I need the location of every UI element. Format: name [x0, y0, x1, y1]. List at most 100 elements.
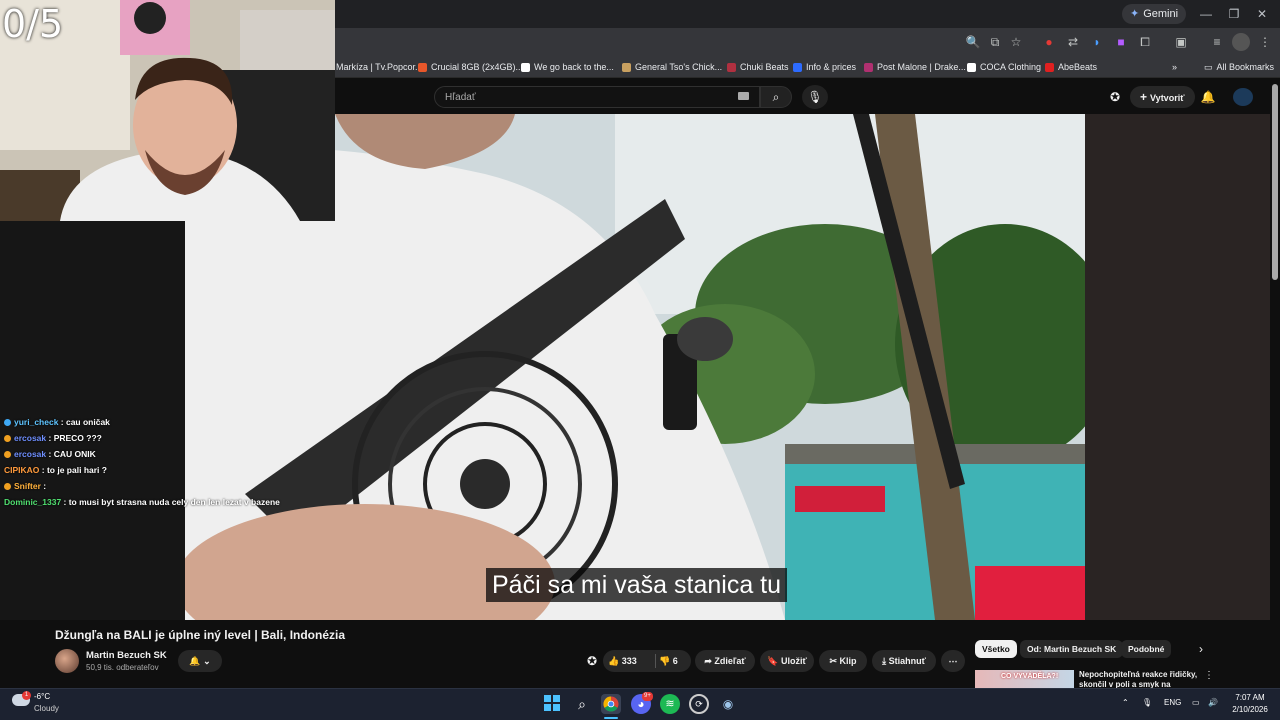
windows-start-icon[interactable] [542, 695, 562, 715]
notifications-bell-icon[interactable]: 🔔 [1199, 88, 1217, 106]
extension-blue-icon[interactable]: ◗ [1088, 33, 1106, 51]
extension-arrow-icon[interactable]: ⇄ [1064, 33, 1082, 51]
voice-search-button[interactable]: 🎙 [802, 85, 828, 109]
microphone-tray-icon[interactable]: 🎙 [1142, 698, 1152, 707]
bookmark-favicon-icon [864, 62, 873, 72]
bookmark-item[interactable]: Chuki Beats [727, 60, 789, 74]
channel-avatar[interactable] [55, 649, 79, 673]
search-input[interactable]: Hľadať [434, 86, 760, 108]
mic-icon: 🎙 [807, 90, 823, 104]
chat-message: Dominic_1337 : to musi byt strasna nuda … [4, 494, 304, 510]
thumbs-up-icon: 👍 [608, 656, 620, 666]
subscriber-count: 50,9 tis. odberateľov [86, 663, 159, 672]
bookmark-favicon-icon [418, 62, 427, 72]
side-panel-icon[interactable]: ▣ [1172, 33, 1190, 51]
weather-condition: Cloudy [34, 704, 59, 713]
chat-username[interactable]: ercosak [14, 449, 46, 459]
chat-badge-icon [4, 419, 11, 426]
chat-text: : PRECO ??? [46, 433, 102, 443]
taskbar-search-icon[interactable]: ⌕ [572, 694, 592, 714]
page-scrollbar[interactable] [1272, 84, 1278, 280]
chat-message: ercosak : CAU ONIK [4, 446, 304, 462]
minimize-icon[interactable]: — [1194, 4, 1218, 24]
close-icon[interactable]: ✕ [1250, 4, 1274, 24]
notifications-dropdown-button[interactable]: 🔔 ⌄ [178, 650, 222, 672]
spotify-taskbar-icon[interactable]: ≋ [660, 694, 680, 714]
chat-username[interactable]: Dominic_1337 [4, 497, 61, 507]
cast-icon[interactable]: ✪ [584, 654, 600, 670]
video-title: Džungľa na BALI je úplne iný level | Bal… [55, 628, 346, 642]
steam-taskbar-icon[interactable]: ◉ [718, 694, 738, 714]
volume-icon[interactable]: 🔊 [1208, 698, 1218, 707]
clock-date: 2/10/2026 [1232, 705, 1268, 714]
bookmark-star-icon[interactable]: ☆ [1007, 33, 1025, 51]
account-avatar[interactable] [1233, 88, 1253, 106]
recommended-thumbnail[interactable]: CO VYVÁDĚLA?! [975, 670, 1074, 688]
chip-all[interactable]: Všetko [975, 640, 1017, 658]
gemini-button[interactable]: ✦ Gemini [1122, 4, 1187, 24]
tray-overflow-icon[interactable]: ⌃ [1122, 698, 1129, 707]
bookmark-item[interactable]: Crucial 8GB (2x4GB)... [418, 60, 523, 74]
bookmark-item[interactable]: Markíza | Tv.Popcor... [336, 60, 423, 74]
media-controls-icon[interactable]: ≡ [1208, 33, 1226, 51]
bookmark-item[interactable]: We go back to the... [521, 60, 614, 74]
chat-log: yuri_check : cau oničak ercosak : PRECO ?… [4, 414, 304, 510]
bookmark-item[interactable]: Info & prices [793, 60, 856, 74]
recommended-title[interactable]: Nepochopiteľná reakce řidičky, skončil v… [1079, 670, 1199, 688]
bookmark-favicon-icon [967, 62, 976, 72]
bookmark-favicon-icon [1045, 62, 1054, 72]
chip-from-channel[interactable]: Od: Martin Bezuch SK [1020, 640, 1124, 658]
folder-icon: ▭ [1204, 61, 1213, 72]
zoom-icon[interactable]: 🔍 [964, 33, 982, 51]
profile-avatar-icon[interactable] [1232, 33, 1250, 51]
bookmarks-overflow-icon[interactable]: » [1172, 60, 1177, 74]
more-menu-icon[interactable]: ⋮ [1256, 33, 1274, 51]
download-button[interactable]: ⤓ Stiahnuť [872, 650, 936, 672]
clip-button[interactable]: ✂ Klip [819, 650, 867, 672]
like-button[interactable]: 👍 333 [608, 650, 637, 672]
create-button[interactable]: + Vytvoriť [1130, 86, 1195, 108]
extension-purple-icon[interactable]: ■ [1112, 33, 1130, 51]
bookmark-favicon-icon [793, 62, 802, 72]
chat-badge-icon [4, 451, 11, 458]
bookmark-item[interactable]: AbeBeats [1045, 60, 1097, 74]
chevron-down-icon: ⌄ [203, 656, 211, 666]
search-button[interactable]: ⌕ [760, 86, 792, 108]
cast-icon[interactable]: ⧉ [986, 33, 1004, 51]
webcam-overlay: 0/5 [0, 0, 335, 221]
cast-icon[interactable]: ✪ [1106, 88, 1124, 106]
chip-related[interactable]: Podobné [1121, 640, 1172, 658]
thumbnail-text: CO VYVÁDĚLA?! [1001, 673, 1059, 680]
restore-icon[interactable]: ❐ [1222, 4, 1246, 24]
chat-text: : CAU ONIK [46, 449, 96, 459]
bookmark-icon: 🔖 [767, 656, 779, 666]
chat-username[interactable]: ercosak [14, 433, 46, 443]
share-button[interactable]: ➦ Zdieľať [695, 650, 755, 672]
language-indicator[interactable]: ENG [1164, 698, 1181, 707]
recommended-menu-icon[interactable]: ⋮ [1204, 670, 1214, 681]
extension-red-icon[interactable]: ● [1040, 33, 1058, 51]
all-bookmarks-button[interactable]: ▭ All Bookmarks [1204, 60, 1274, 74]
keyboard-icon[interactable] [738, 92, 749, 100]
save-button[interactable]: 🔖 Uložiť [760, 650, 814, 672]
channel-name[interactable]: Martin Bezuch SK [86, 650, 167, 661]
dislike-button[interactable]: 👎 6 [659, 650, 678, 672]
discord-notification-badge: 9+ [642, 692, 653, 701]
chat-username[interactable]: Snifter [14, 481, 41, 491]
chat-username[interactable]: yuri_check [14, 417, 58, 427]
scissors-icon: ✂ [829, 656, 838, 666]
thumbs-down-icon: 👎 [659, 656, 671, 666]
bookmark-item[interactable]: General Tso's Chick... [622, 60, 722, 74]
more-horizontal-icon: ⋯ [948, 656, 958, 666]
video-subtitle: Páči sa mi vaša stanica tu [486, 568, 788, 602]
network-icon[interactable]: ▭ [1192, 698, 1200, 707]
bookmark-item[interactable]: COCA Clothing [967, 60, 1041, 74]
app-taskbar-icon[interactable]: ⟳ [689, 694, 709, 714]
system-clock[interactable]: 7:07 AM 2/10/2026 [1228, 692, 1272, 716]
bookmark-item[interactable]: Post Malone | Drake... [864, 60, 966, 74]
extensions-puzzle-icon[interactable]: ⧠ [1136, 33, 1154, 51]
chevron-right-icon[interactable]: › [1194, 640, 1208, 658]
chat-username[interactable]: CIPIKAO [4, 465, 39, 475]
chrome-taskbar-icon[interactable] [601, 694, 621, 714]
more-actions-button[interactable]: ⋯ [941, 650, 965, 672]
